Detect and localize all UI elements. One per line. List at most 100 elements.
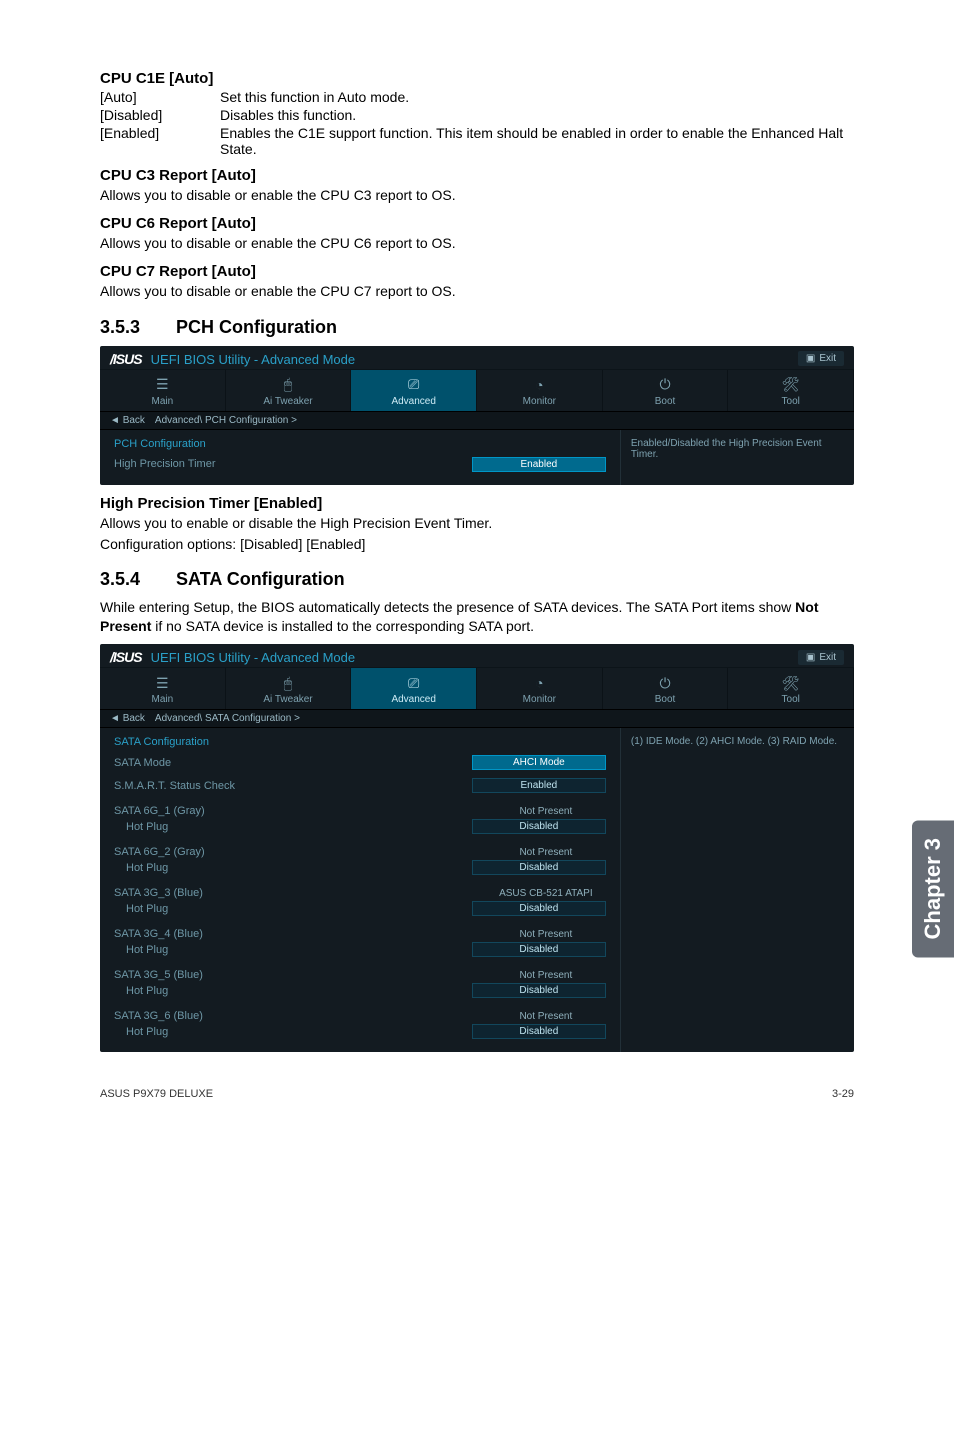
exit-icon: ▣	[806, 353, 815, 364]
tab-label: Monitor	[477, 694, 602, 705]
setting-sata-mode-value[interactable]: AHCI Mode	[472, 755, 606, 770]
sata-port-group: SATA 6G_2 (Gray) Not Present Hot Plug Disab…	[114, 845, 606, 876]
sata-port-status: Not Present	[486, 847, 606, 858]
heading-353: 3.5.3 PCH Configuration	[100, 317, 854, 338]
tab-main[interactable]: ☰ Main	[100, 370, 226, 411]
chapter-tab: Chapter 3	[912, 820, 954, 957]
intro-a: While entering Setup, the BIOS automatic…	[100, 599, 795, 615]
sata-hotplug-label[interactable]: Hot Plug	[114, 985, 168, 997]
chip-icon: ⎚	[351, 376, 476, 394]
setting-hpt-value[interactable]: Enabled	[472, 457, 606, 472]
deflist-c1e: [Auto] Set this function in Auto mode. […	[100, 89, 854, 157]
tab-label: Ai Tweaker	[226, 396, 351, 407]
setting-sata-mode[interactable]: SATA Mode	[114, 757, 171, 769]
tab-ai-tweaker[interactable]: 🖱 Ai Tweaker	[226, 370, 352, 411]
bios-panel-sata: /ISUS UEFI BIOS Utility - Advanced Mode …	[100, 644, 854, 1052]
tab-label: Advanced	[351, 694, 476, 705]
sata-hotplug-label[interactable]: Hot Plug	[114, 821, 168, 833]
back-label: Back	[123, 713, 145, 724]
gauge-icon: ◔	[477, 376, 602, 394]
tab-ai-tweaker[interactable]: 🖱 Ai Tweaker	[226, 668, 352, 709]
body-sata-intro: While entering Setup, the BIOS automatic…	[100, 598, 854, 636]
mouse-icon: 🖱	[226, 376, 351, 394]
footer-left: ASUS P9X79 DELUXE	[100, 1088, 213, 1100]
setting-hpt[interactable]: High Precision Timer	[114, 458, 215, 470]
tab-label: Main	[100, 694, 225, 705]
heading-354: 3.5.4 SATA Configuration	[100, 569, 854, 590]
sata-port-status: Not Present	[486, 970, 606, 981]
sata-hotplug-value[interactable]: Disabled	[472, 860, 606, 875]
bios-title: UEFI BIOS Utility - Advanced Mode	[151, 352, 355, 367]
asus-logo: /ISUS	[110, 351, 142, 367]
setting-smart-value[interactable]: Enabled	[472, 778, 606, 793]
exit-label: Exit	[819, 652, 836, 663]
sata-port-name: SATA 6G_2 (Gray)	[114, 846, 205, 858]
heading-cpu-c1e: CPU C1E [Auto]	[100, 70, 854, 87]
sata-port-group: SATA 3G_5 (Blue)Not PresentHot PlugDisab…	[114, 968, 606, 999]
sata-port-status: ASUS CB-521 ATAPI	[486, 888, 606, 899]
tab-label: Advanced	[351, 396, 476, 407]
sata-port-name: SATA 3G_6 (Blue)	[114, 1010, 203, 1022]
exit-button[interactable]: ▣ Exit	[798, 351, 844, 366]
tab-label: Tool	[728, 694, 853, 705]
tab-monitor[interactable]: ◔ Monitor	[477, 370, 603, 411]
opt-val: Enables the C1E support function. This i…	[220, 125, 854, 157]
back-button[interactable]: ◄ Back	[110, 713, 145, 724]
help-panel: Enabled/Disabled the High Precision Even…	[620, 430, 854, 485]
tab-label: Boot	[603, 396, 728, 407]
setting-smart[interactable]: S.M.A.R.T. Status Check	[114, 780, 235, 792]
exit-icon: ▣	[806, 652, 815, 663]
panel-heading: PCH Configuration	[114, 438, 606, 450]
sata-hotplug-label[interactable]: Hot Plug	[114, 862, 168, 874]
body-c3: Allows you to disable or enable the CPU …	[100, 186, 854, 205]
back-label: Back	[123, 415, 145, 426]
tab-tool[interactable]: 🛠Tool	[728, 370, 854, 411]
mouse-icon: 🖱	[226, 674, 351, 692]
tab-label: Main	[100, 396, 225, 407]
asus-logo: /ISUS	[110, 649, 142, 665]
heading-hpt: High Precision Timer [Enabled]	[100, 495, 854, 512]
back-button[interactable]: ◄ Back	[110, 415, 145, 426]
intro-b: if no SATA device is installed to the co…	[151, 618, 534, 634]
heading-cpu-c3: CPU C3 Report [Auto]	[100, 167, 854, 184]
list-icon: ☰	[100, 376, 225, 394]
tab-label: Ai Tweaker	[226, 694, 351, 705]
sata-port-group: SATA 3G_6 (Blue)Not PresentHot PlugDisab…	[114, 1009, 606, 1040]
sata-port-group: SATA 6G_1 (Gray) Not Present Hot Plug Disab…	[114, 804, 606, 835]
sata-hotplug-value[interactable]: Disabled	[472, 901, 606, 916]
tab-advanced[interactable]: ⎚ Advanced	[351, 668, 477, 709]
tool-icon: 🛠	[728, 674, 853, 692]
sata-hotplug-value[interactable]: Disabled	[472, 942, 606, 957]
sata-hotplug-label[interactable]: Hot Plug	[114, 944, 168, 956]
tab-advanced[interactable]: ⎚ Advanced	[351, 370, 477, 411]
tab-main[interactable]: ☰Main	[100, 668, 226, 709]
tab-boot[interactable]: ⏻Boot	[603, 370, 729, 411]
sata-port-group: SATA 3G_3 (Blue)ASUS CB-521 ATAPIHot Plu…	[114, 886, 606, 917]
sata-hotplug-value[interactable]: Disabled	[472, 983, 606, 998]
sata-hotplug-label[interactable]: Hot Plug	[114, 1026, 168, 1038]
tab-label: Monitor	[477, 396, 602, 407]
body-c7: Allows you to disable or enable the CPU …	[100, 282, 854, 301]
sata-port-status: Not Present	[486, 806, 606, 817]
exit-button[interactable]: ▣ Exit	[798, 650, 844, 665]
body-hpt-1: Allows you to enable or disable the High…	[100, 514, 854, 533]
sata-port-name: SATA 6G_1 (Gray)	[114, 805, 205, 817]
help-panel: (1) IDE Mode. (2) AHCI Mode. (3) RAID Mo…	[620, 728, 854, 1052]
opt-key: [Disabled]	[100, 107, 220, 123]
bios-title: UEFI BIOS Utility - Advanced Mode	[151, 650, 355, 665]
heading-cpu-c7: CPU C7 Report [Auto]	[100, 263, 854, 280]
sata-hotplug-value[interactable]: Disabled	[472, 819, 606, 834]
tab-label: Boot	[603, 694, 728, 705]
tab-monitor[interactable]: ◔Monitor	[477, 668, 603, 709]
opt-val: Disables this function.	[220, 107, 854, 123]
chip-icon: ⎚	[351, 674, 476, 692]
tab-tool[interactable]: 🛠 Tool	[728, 668, 854, 709]
body-hpt-2: Configuration options: [Disabled] [Enabl…	[100, 535, 854, 554]
heading-cpu-c6: CPU C6 Report [Auto]	[100, 215, 854, 232]
sata-hotplug-label[interactable]: Hot Plug	[114, 903, 168, 915]
breadcrumb: Advanced\ PCH Configuration >	[155, 415, 297, 426]
sata-hotplug-value[interactable]: Disabled	[472, 1024, 606, 1039]
tool-icon: 🛠	[728, 376, 853, 394]
tab-boot[interactable]: ⏻Boot	[603, 668, 729, 709]
panel-heading: SATA Configuration	[114, 736, 606, 748]
